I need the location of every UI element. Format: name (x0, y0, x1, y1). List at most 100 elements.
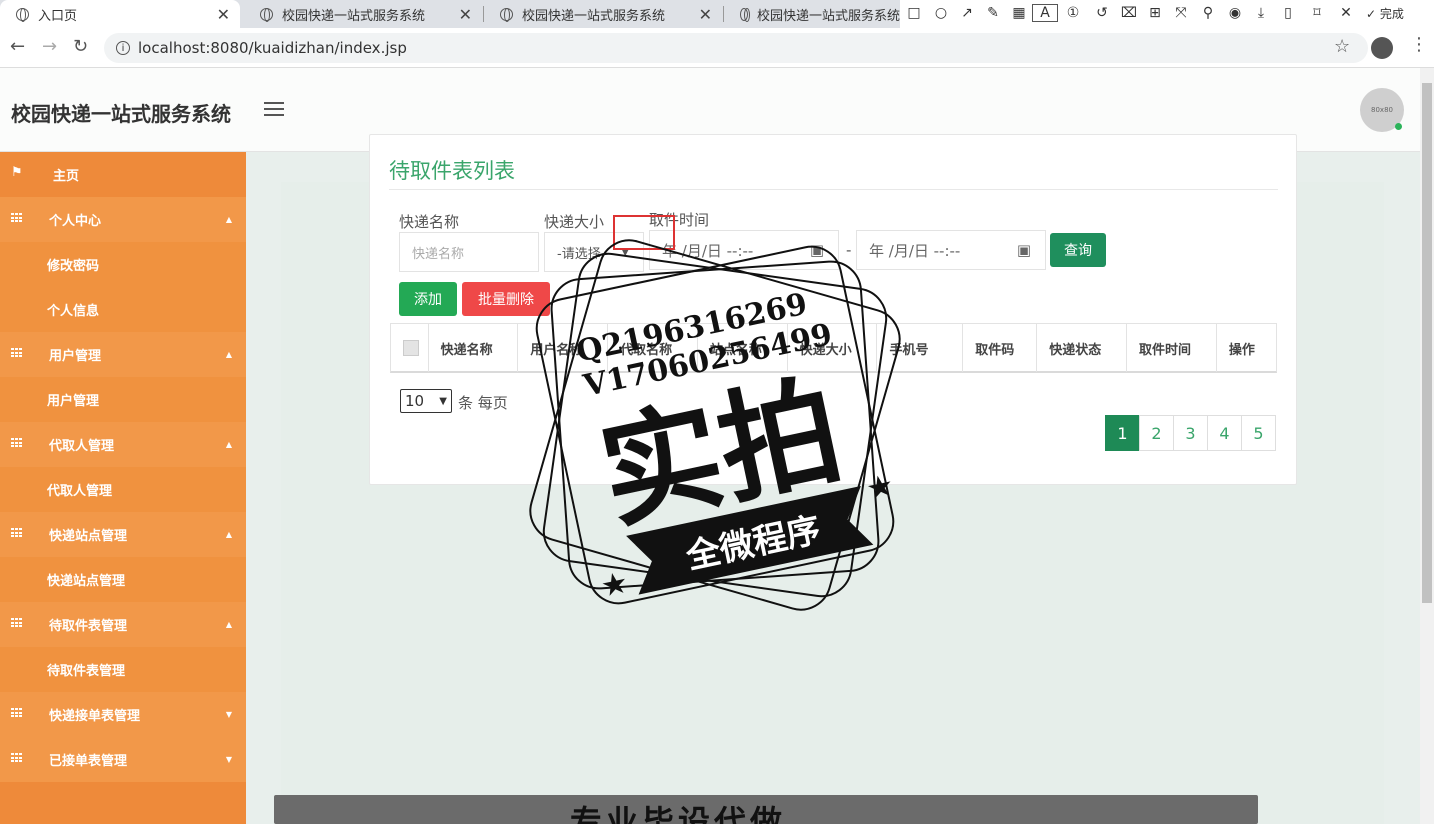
rectangle-tool-icon[interactable]: □ (900, 5, 928, 21)
sidebar-item-6[interactable]: 代取人管理 ▲ (0, 422, 246, 467)
pin-icon[interactable]: ⚲ (1194, 5, 1222, 21)
column-header[interactable]: 取件时间 (1127, 324, 1217, 372)
pen-tool-icon[interactable]: ✎ (980, 5, 1006, 21)
download-icon[interactable]: ⤓ (1248, 5, 1274, 21)
record-icon[interactable]: ◉ (1222, 5, 1248, 21)
tab-title: 校园快递一站式服务系统 (522, 8, 666, 24)
sidebar-item-1[interactable]: 个人中心 ▲ (0, 197, 246, 242)
star-icon: ★ (598, 565, 632, 605)
grid-icon (11, 753, 23, 763)
phone-icon[interactable]: ▯ (1274, 5, 1302, 21)
page-button-5[interactable]: 5 (1241, 415, 1276, 451)
query-button[interactable]: 查询 (1050, 233, 1106, 267)
mosaic-tool-icon[interactable]: ▦ (1006, 5, 1032, 21)
sidebar-item-3[interactable]: 个人信息 (0, 287, 246, 332)
globe-icon (740, 7, 750, 22)
url-text: localhost:8080/kuaidizhan/index.jsp (138, 39, 407, 57)
reload-icon[interactable]: ↻ (73, 36, 88, 57)
sidebar-item-label: 快递站点管理 (47, 574, 126, 589)
sidebar-item-label: 主页 (53, 169, 80, 184)
sidebar-item-0[interactable]: ⚑ 主页 (0, 152, 246, 197)
chevron-down-icon: ▼ (439, 395, 447, 407)
sidebar: ⚑ 主页 个人中心 ▲ 修改密码 个人信息 用户管理 ▲ 用户管理 代取人管理 ▲ 代取人管理 快递站点… (0, 152, 246, 824)
menu-kebab-icon[interactable]: ⋮ (1410, 34, 1428, 55)
sidebar-item-10[interactable]: 待取件表管理 ▲ (0, 602, 246, 647)
sidebar-item-label: 个人中心 (49, 214, 102, 229)
tab-title: 校园快递一站式服务系统 (756, 8, 900, 24)
column-header[interactable]: 操作 (1217, 324, 1276, 372)
page-button-2[interactable]: 2 (1139, 415, 1174, 451)
chevron-down-icon: ▼ (225, 755, 232, 764)
browser-tab-4[interactable]: 校园快递一站式服务系统 (724, 0, 900, 28)
bookmark-star-icon[interactable]: ☆ (1334, 36, 1350, 57)
profile-icon[interactable] (1371, 37, 1393, 59)
add-button[interactable]: 添加 (399, 282, 457, 316)
undo-icon[interactable]: ↺ (1088, 5, 1116, 21)
flag-icon: ⚑ (11, 165, 23, 180)
sidebar-item-2[interactable]: 修改密码 (0, 242, 246, 287)
translate-icon[interactable]: ⊞ (1142, 5, 1168, 21)
sidebar-item-9[interactable]: 快递站点管理 (0, 557, 246, 602)
sidebar-item-5[interactable]: 用户管理 (0, 377, 246, 422)
page-button-4[interactable]: 4 (1207, 415, 1242, 451)
page-button-3[interactable]: 3 (1173, 415, 1208, 451)
ellipse-tool-icon[interactable]: ○ (928, 5, 954, 21)
browser-tab-strip: 入口页 ✕ 校园快递一站式服务系统 ✕ 校园快递一站式服务系统 ✕ 校园快递一站… (0, 0, 900, 28)
grid-icon (11, 213, 23, 223)
sidebar-item-4[interactable]: 用户管理 ▲ (0, 332, 246, 377)
crop-tool-icon[interactable]: ⌧ (1116, 5, 1142, 21)
text-tool-icon[interactable]: A (1032, 4, 1058, 22)
number-tool-icon[interactable]: ① (1058, 5, 1088, 21)
sidebar-item-12[interactable]: 快递接单表管理 ▼ (0, 692, 246, 737)
globe-icon (260, 7, 273, 22)
close-icon[interactable]: ✕ (217, 5, 230, 24)
done-button[interactable]: ✓ 完成 (1366, 5, 1404, 22)
hamburger-icon[interactable] (264, 102, 284, 120)
column-header[interactable]: 取件码 (963, 324, 1038, 372)
page-scrollbar[interactable] (1420, 68, 1434, 824)
bottom-watermark-text: 专业毕设代做 (570, 803, 787, 824)
star-icon: ★ (863, 468, 897, 508)
url-input[interactable]: i localhost:8080/kuaidizhan/index.jsp (104, 33, 1368, 63)
sidebar-item-label: 快递接单表管理 (49, 709, 141, 724)
chevron-up-icon: ▲ (225, 440, 232, 449)
bookmark-icon[interactable]: ⌑ (1302, 5, 1332, 21)
tab-title: 入口页 (38, 8, 78, 24)
page-button-1[interactable]: 1 (1105, 415, 1140, 451)
grid-icon (11, 528, 23, 538)
sidebar-item-8[interactable]: 快递站点管理 ▲ (0, 512, 246, 557)
page-title: 待取件表列表 (389, 159, 515, 183)
close-icon[interactable]: ✕ (1332, 5, 1360, 21)
arrow-tool-icon[interactable]: ↗ (954, 5, 980, 21)
capture-toolbar: □ ○ ↗ ✎ ▦ A ① ↺ ⌧ ⊞ ⤧ ⚲ ◉ ⤓ ▯ ⌑ ✕ ✓ 完成 (900, 0, 1434, 26)
globe-icon (16, 7, 29, 22)
address-bar: ← → ↻ i localhost:8080/kuaidizhan/index.… (0, 28, 1434, 68)
sidebar-item-label: 快递站点管理 (49, 529, 128, 544)
name-filter-label: 快递名称 (399, 213, 460, 231)
select-all-checkbox[interactable] (391, 324, 429, 372)
browser-tab-3[interactable]: 校园快递一站式服务系统 ✕ (484, 0, 722, 28)
chevron-down-icon: ▼ (225, 710, 232, 719)
forward-icon[interactable]: → (42, 36, 57, 57)
back-icon[interactable]: ← (10, 36, 25, 57)
browser-tab-2[interactable]: 校园快递一站式服务系统 ✕ (244, 0, 482, 28)
sidebar-item-11[interactable]: 待取件表管理 (0, 647, 246, 692)
info-icon[interactable]: i (116, 41, 130, 55)
close-icon[interactable]: ✕ (459, 5, 472, 24)
sidebar-item-13[interactable]: 已接单表管理 ▼ (0, 737, 246, 782)
sidebar-item-7[interactable]: 代取人管理 (0, 467, 246, 512)
browser-tab-entry[interactable]: 入口页 ✕ (0, 0, 240, 28)
bottom-watermark-banner: 专业毕设代做 (274, 795, 1258, 824)
size-filter-label: 快递大小 (544, 213, 605, 231)
chevron-up-icon: ▲ (225, 350, 232, 359)
column-header[interactable]: 快递状态 (1037, 324, 1128, 372)
sidebar-item-label: 修改密码 (47, 259, 100, 274)
chevron-up-icon: ▲ (225, 530, 232, 539)
sidebar-item-label: 用户管理 (47, 394, 100, 409)
close-icon[interactable]: ✕ (699, 5, 712, 24)
sidebar-item-label: 待取件表管理 (49, 619, 128, 634)
page-size-select[interactable]: 10 ▼ (400, 389, 452, 413)
scroll-capture-icon[interactable]: ⤧ (1168, 5, 1194, 21)
grid-icon (11, 618, 23, 628)
grid-icon (11, 438, 23, 448)
